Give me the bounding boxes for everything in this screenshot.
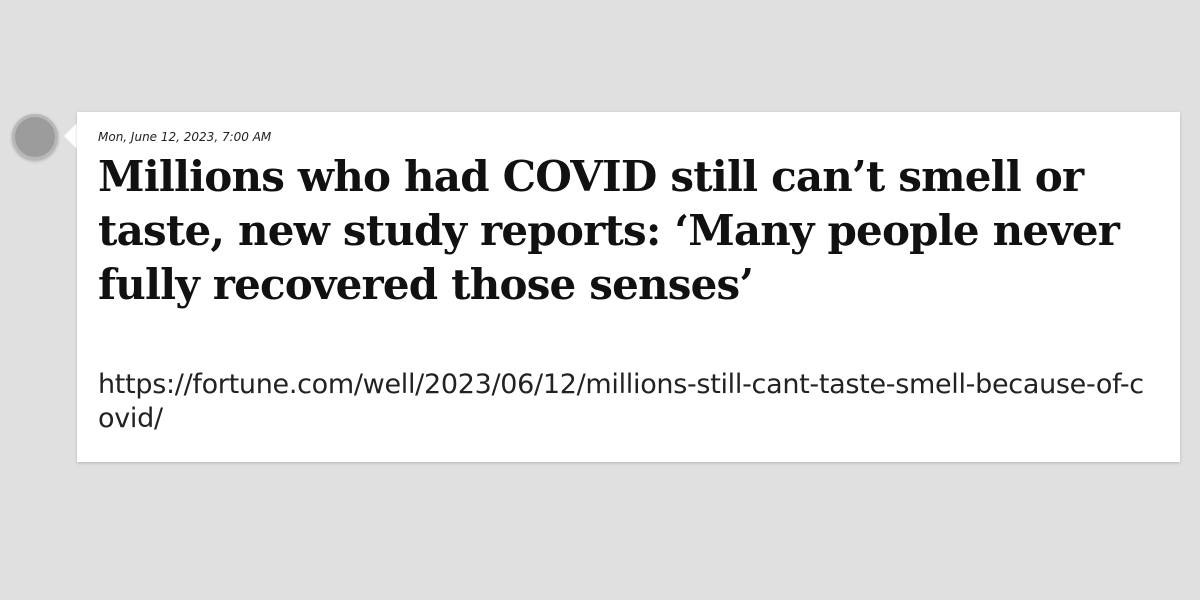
post-timestamp: Mon, June 12, 2023, 7:00 AM [98, 130, 272, 144]
avatar[interactable] [12, 114, 58, 160]
post-url-link[interactable]: https://fortune.com/well/2023/06/12/mill… [98, 368, 1156, 436]
post-headline: Millions who had COVID still can’t smell… [98, 152, 1120, 309]
bubble-tail [64, 122, 78, 150]
post-card: Mon, June 12, 2023, 7:00 AM Millions who… [77, 112, 1180, 462]
